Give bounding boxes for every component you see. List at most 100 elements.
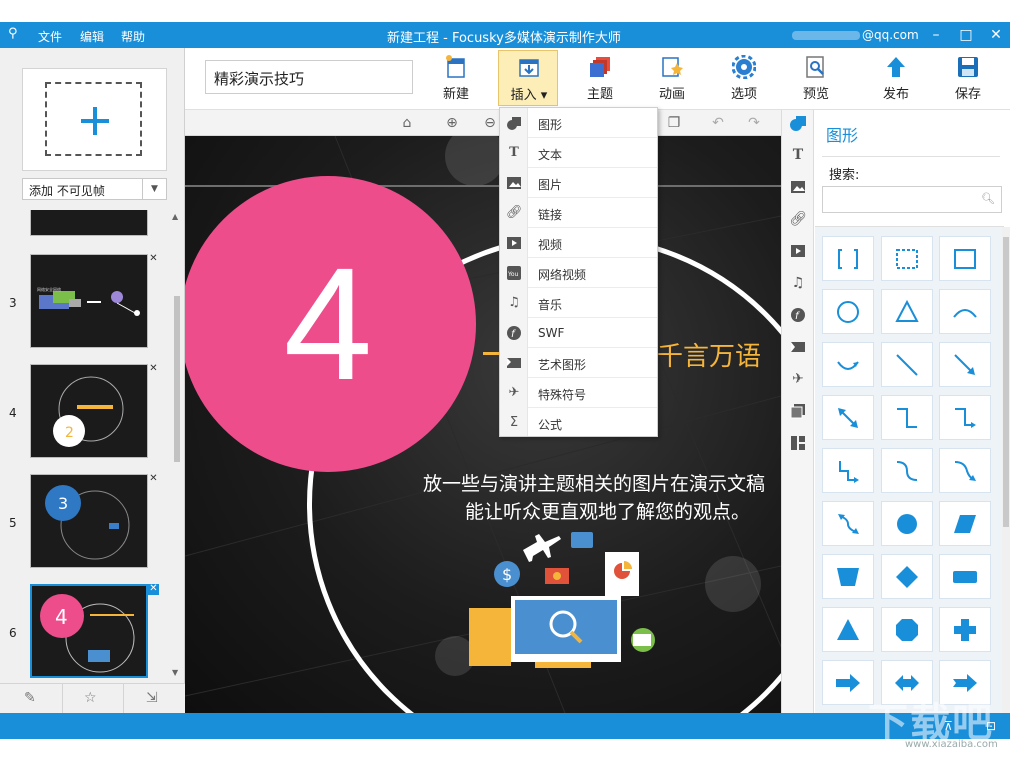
menu-item-link[interactable]: 🔗︎ 链接 <box>500 198 657 228</box>
slide-thumbnail[interactable]: 网络安全网络 <box>30 254 148 348</box>
shape-trapezoid[interactable] <box>822 554 874 599</box>
shape-octagon[interactable] <box>881 607 933 652</box>
menu-item-special-symbol[interactable]: ✈ 特殊符号 <box>500 378 657 408</box>
menu-item-music[interactable]: ♫ 音乐 <box>500 288 657 318</box>
slide-number-circle[interactable]: 4 <box>185 176 476 472</box>
account-label[interactable]: @qq.com <box>862 28 919 42</box>
menu-item-art-shape[interactable]: 艺术图形 <box>500 348 657 378</box>
shape-line[interactable] <box>881 342 933 387</box>
shape-grid-scrollbar[interactable] <box>1002 227 1010 713</box>
plane-icon[interactable]: ✈ <box>789 370 807 388</box>
music-icon[interactable]: ♫ <box>789 274 807 292</box>
slide-heading[interactable]: 千言万语 <box>657 336 761 373</box>
shape-circle-filled[interactable] <box>881 501 933 546</box>
edit-slide-icon[interactable]: ✎ <box>24 690 36 706</box>
shape-rounded-rect[interactable] <box>939 554 991 599</box>
add-frame-button[interactable] <box>22 68 167 171</box>
menu-item-image[interactable]: 图片 <box>500 168 657 198</box>
preview-button[interactable]: 预览 <box>786 50 846 106</box>
shape-curve-double-arrow[interactable] <box>822 501 874 546</box>
slide-list[interactable]: 3 网络安全网络 ✕ 4 2 ✕ 5 3 ✕ 6 4 ✕ <box>0 210 170 682</box>
slide-thumbnail[interactable]: 2 <box>30 364 148 458</box>
slide-list-scroll-thumb[interactable] <box>174 296 180 462</box>
delete-slide-icon[interactable]: ✕ <box>148 584 159 595</box>
menu-item-formula[interactable]: Σ 公式 <box>500 408 657 438</box>
shape-curved-arrow[interactable] <box>822 342 874 387</box>
slide-thumbnail-selected[interactable]: 4 <box>30 584 148 678</box>
slide-thumbnail[interactable]: 3 <box>30 474 148 568</box>
shape-icon[interactable] <box>789 114 807 132</box>
shape-elbow-double-arrow[interactable] <box>822 448 874 493</box>
shape-cross[interactable] <box>939 607 991 652</box>
slide-canvas[interactable]: 千言万语 4 放一些与演讲主题相关的图片在演示文稿 能让听众更直观地了解您的观点… <box>185 136 781 713</box>
shape-search-input[interactable]: 🔍︎ <box>822 186 1002 213</box>
layout-icon[interactable] <box>789 434 807 452</box>
menu-item-swf[interactable]: f SWF <box>500 318 657 348</box>
shape-arrow-line[interactable] <box>939 342 991 387</box>
redo-icon[interactable]: ↷ <box>745 114 763 132</box>
zoom-in-icon[interactable]: ⊕ <box>443 114 461 132</box>
art-shape-icon[interactable] <box>789 338 807 356</box>
menu-file[interactable]: 文件 <box>38 28 62 45</box>
theme-button[interactable]: 主题 <box>570 50 630 106</box>
menu-item-shape[interactable]: 图形 <box>500 108 657 138</box>
shape-triangle-filled[interactable] <box>822 607 874 652</box>
save-button[interactable]: 保存 <box>938 50 998 106</box>
shape-arc[interactable] <box>939 289 991 334</box>
shape-diamond[interactable] <box>881 554 933 599</box>
shape-elbow-connector[interactable] <box>881 395 933 440</box>
scroll-up-icon[interactable]: ▲ <box>172 212 178 221</box>
text-icon: T <box>509 145 519 160</box>
close-icon[interactable]: ✕ <box>986 25 1006 45</box>
business-illustration[interactable]: $ <box>465 526 685 676</box>
shape-dashed-rect[interactable] <box>881 236 933 281</box>
scroll-down-icon[interactable]: ▼ <box>172 668 178 677</box>
folder-icon <box>469 608 511 666</box>
video-icon[interactable] <box>789 242 807 260</box>
slide-thumbnail[interactable] <box>30 210 148 236</box>
insert-button[interactable]: 插入 ▾ <box>498 50 558 106</box>
shape-circle-outline[interactable] <box>822 289 874 334</box>
menu-edit[interactable]: 编辑 <box>80 28 104 45</box>
shape-double-arrow-line[interactable] <box>822 395 874 440</box>
maximize-icon[interactable]: □ <box>956 25 976 45</box>
slide-body-line-2[interactable]: 能让听众更直观地了解您的观点。 <box>465 497 750 524</box>
shape-parallelogram[interactable] <box>939 501 991 546</box>
zoom-out-icon[interactable]: ⊖ <box>481 114 499 132</box>
menu-help[interactable]: 帮助 <box>121 28 145 45</box>
menu-item-web-video[interactable]: You 网络视频 <box>500 258 657 288</box>
delete-slide-icon[interactable]: ✕ <box>148 474 159 485</box>
layers-icon[interactable] <box>789 402 807 420</box>
shape-curve-arrow[interactable] <box>939 448 991 493</box>
delete-slide-icon[interactable]: ✕ <box>148 254 159 265</box>
shape-elbow-arrow[interactable] <box>939 395 991 440</box>
add-frame-type-select[interactable]: 添加 不可见帧 ▼ <box>22 178 167 200</box>
shape-brackets[interactable] <box>822 236 874 281</box>
publish-button[interactable]: 发布 <box>866 50 926 106</box>
delete-slide-icon[interactable]: ✕ <box>148 364 159 375</box>
search-icon[interactable]: 🔍︎ <box>981 192 995 205</box>
minimize-icon[interactable]: – <box>926 25 946 45</box>
shape-triangle-outline[interactable] <box>881 289 933 334</box>
paste-icon[interactable]: ❐ <box>665 114 683 132</box>
image-icon[interactable] <box>789 178 807 196</box>
slide-export-icon[interactable]: ⇲ <box>146 690 158 706</box>
add-frame-type-value: 添加 不可见帧 <box>29 184 105 198</box>
animation-button[interactable]: 动画 <box>642 50 702 106</box>
options-button[interactable]: 选项 <box>714 50 774 106</box>
undo-icon[interactable]: ↶ <box>709 114 727 132</box>
shape-curve-connector[interactable] <box>881 448 933 493</box>
slide-favorite-icon[interactable]: ☆ <box>84 690 97 706</box>
menu-item-text[interactable]: T 文本 <box>500 138 657 168</box>
project-name-field[interactable]: 精彩演示技巧 <box>205 60 413 94</box>
shape-right-arrow[interactable] <box>822 660 874 705</box>
new-button[interactable]: 新建 <box>426 50 486 106</box>
shape-rectangle[interactable] <box>939 236 991 281</box>
home-icon[interactable]: ⌂ <box>398 114 416 132</box>
text-icon[interactable]: T <box>789 146 807 164</box>
chevron-down-icon[interactable]: ▼ <box>142 179 166 199</box>
menu-item-video[interactable]: 视频 <box>500 228 657 258</box>
link-icon[interactable]: 🔗︎ <box>789 210 807 228</box>
slide-body-line-1[interactable]: 放一些与演讲主题相关的图片在演示文稿 <box>423 469 765 496</box>
flash-icon[interactable]: f <box>789 306 807 324</box>
